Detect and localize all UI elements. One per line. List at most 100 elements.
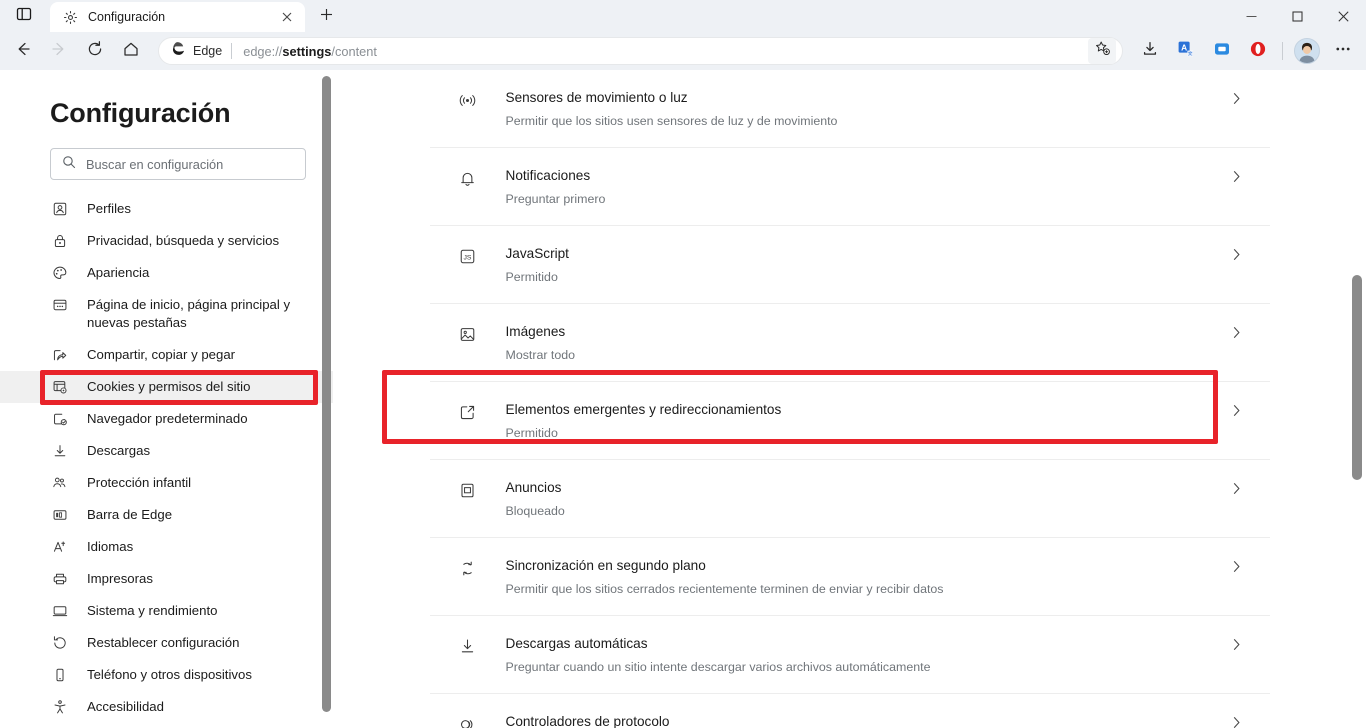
- maximize-button[interactable]: [1274, 0, 1320, 32]
- more-options-button[interactable]: [1326, 36, 1360, 66]
- setting-row-notificaciones[interactable]: Notificaciones Preguntar primero: [429, 148, 1270, 226]
- tab-list-icon: [16, 6, 32, 27]
- setting-subtitle: Permitir que los sitios usen sensores de…: [505, 114, 838, 128]
- sidebar-item-label: Barra de Edge: [87, 507, 173, 522]
- sidebar-item-impresoras[interactable]: Impresoras: [0, 563, 333, 595]
- home-button[interactable]: [114, 36, 148, 66]
- sidebar-item-telefono-dispositivos[interactable]: Teléfono y otros dispositivos: [0, 659, 333, 691]
- sidebar-item-apariencia[interactable]: Apariencia: [0, 257, 333, 289]
- setting-row-javascript[interactable]: JS JavaScript Permitido: [429, 226, 1270, 304]
- sidebar-item-label: Apariencia: [87, 265, 150, 280]
- printer-icon: [50, 570, 69, 587]
- content-scrollbar[interactable]: [1352, 70, 1362, 728]
- setting-row-elementos-emergentes[interactable]: Elementos emergentes y redireccionamient…: [429, 382, 1270, 460]
- setting-row-anuncios[interactable]: Anuncios Bloqueado: [429, 460, 1270, 538]
- sidebar-item-restablecer[interactable]: Restablecer configuración: [0, 627, 333, 659]
- toolbar-divider: [1282, 42, 1283, 60]
- sidebar-item-accesibilidad[interactable]: Accesibilidad: [0, 691, 333, 723]
- setting-subtitle: Permitir que los sitios cerrados recient…: [505, 582, 944, 596]
- tab-strip: Configuración: [0, 0, 1366, 32]
- setting-subtitle: Permitido: [505, 426, 558, 440]
- search-input[interactable]: [86, 156, 294, 172]
- tab-list-button[interactable]: [6, 0, 42, 32]
- refresh-icon: [86, 40, 104, 63]
- share-icon: [50, 346, 69, 363]
- back-button[interactable]: [6, 36, 40, 66]
- close-window-button[interactable]: [1320, 0, 1366, 32]
- setting-title: Notificaciones: [505, 168, 591, 183]
- sidebar-item-pagina-inicio[interactable]: Página de inicio, página principal y nue…: [0, 289, 333, 339]
- sidebar-item-label: Idiomas: [87, 539, 134, 554]
- sidebar-scrollbar[interactable]: [322, 74, 331, 724]
- setting-body: Elementos emergentes y redireccionamient…: [480, 400, 1226, 442]
- sensors-icon: [456, 88, 480, 110]
- settings-page: Configuración Buscar en configuración Pe…: [0, 70, 1366, 728]
- setting-row-controladores-protocolo[interactable]: Controladores de protocolo Permitir que …: [430, 694, 1270, 728]
- settings-nav-list: Perfiles Privacidad, búsqueda y servicio…: [0, 193, 333, 723]
- sidebar-item-perfiles[interactable]: Perfiles: [0, 193, 333, 225]
- avatar[interactable]: [1294, 38, 1320, 64]
- close-icon[interactable]: [277, 7, 297, 27]
- gear-icon: [62, 9, 79, 26]
- downloads-button[interactable]: [1133, 36, 1167, 66]
- sidebar-item-idiomas[interactable]: Idiomas: [0, 531, 333, 563]
- browser-window: Configuración Edge edge://settings/conte…: [0, 0, 1366, 728]
- setting-row-sincronizacion[interactable]: Sincronización en segundo plano Permitir…: [429, 538, 1270, 616]
- edge-chip-label: Edge: [193, 44, 223, 58]
- toolbar-right-actions: A 文: [1133, 36, 1360, 66]
- sidebar-item-compartir[interactable]: Compartir, copiar y pegar: [0, 339, 333, 371]
- protocol-handler-icon: [456, 712, 480, 728]
- chevron-right-icon: [1226, 88, 1248, 105]
- edge-logo-icon: [169, 40, 186, 62]
- svg-text:A: A: [1181, 42, 1187, 52]
- page-title: Configuración: [50, 98, 231, 128]
- sidebar-item-privacidad[interactable]: Privacidad, búsqueda y servicios: [0, 225, 333, 257]
- monitor-icon: [50, 602, 69, 619]
- url-text[interactable]: edge://settings/content: [232, 44, 1088, 59]
- sidebar-item-label: Restablecer configuración: [87, 635, 240, 650]
- translate-icon: A 文: [1177, 40, 1195, 63]
- setting-title: JavaScript: [505, 246, 569, 261]
- collections-button[interactable]: [1205, 36, 1239, 66]
- chevron-right-icon: [1226, 478, 1248, 495]
- sidebar-item-sistema-rendimiento[interactable]: Sistema y rendimiento: [0, 595, 333, 627]
- search-box[interactable]: [50, 148, 306, 180]
- browser-tab[interactable]: Configuración: [50, 2, 305, 32]
- sidebar-item-descargas[interactable]: Descargas: [0, 435, 333, 467]
- svg-text:文: 文: [1188, 50, 1193, 57]
- forward-button[interactable]: [42, 36, 76, 66]
- add-favorite-button[interactable]: [1088, 38, 1116, 64]
- setting-row-descargas-automaticas[interactable]: Descargas automáticas Preguntar cuando u…: [429, 616, 1270, 694]
- minimize-button[interactable]: [1228, 0, 1274, 32]
- setting-body: Imágenes Mostrar todo: [480, 322, 1226, 364]
- setting-row-imagenes[interactable]: Imágenes Mostrar todo: [429, 304, 1270, 382]
- sidebar-item-navegador-predeterminado[interactable]: Navegador predeterminado: [0, 403, 333, 435]
- sidebar-item-label: Compartir, copiar y pegar: [87, 347, 236, 362]
- popup-redirect-icon: [456, 400, 480, 422]
- setting-title: Elementos emergentes y redireccionamient…: [505, 402, 782, 417]
- refresh-button[interactable]: [78, 36, 112, 66]
- setting-body: Notificaciones Preguntar primero: [480, 166, 1226, 208]
- sidebar-item-proteccion-infantil[interactable]: Protección infantil: [0, 467, 333, 499]
- arrow-right-icon: [50, 40, 68, 63]
- setting-row-sensores[interactable]: Sensores de movimiento o luz Permitir qu…: [429, 70, 1270, 148]
- sidebar-item-cookies-permisos[interactable]: Cookies y permisos del sitio: [0, 371, 333, 403]
- auto-download-icon: [456, 634, 480, 656]
- sidebar-scrollbar-thumb[interactable]: [322, 76, 331, 712]
- sidebar-item-label: Página de inicio, página principal y nue…: [87, 297, 291, 330]
- extension-shield-button[interactable]: [1241, 36, 1275, 66]
- sidebar-item-label: Accesibilidad: [87, 699, 164, 714]
- address-bar[interactable]: Edge edge://settings/content: [158, 37, 1123, 65]
- new-tab-button[interactable]: [311, 3, 341, 31]
- image-icon: [456, 322, 480, 344]
- sidebar-item-label: Descargas: [87, 443, 151, 458]
- setting-body: Sensores de movimiento o luz Permitir qu…: [480, 88, 1226, 130]
- sidebar-item-label: Sistema y rendimiento: [87, 603, 218, 618]
- setting-body: JavaScript Permitido: [480, 244, 1226, 286]
- translate-button[interactable]: A 文: [1169, 36, 1203, 66]
- sidebar-item-barra-edge[interactable]: Barra de Edge: [0, 499, 333, 531]
- setting-subtitle: Mostrar todo: [505, 348, 576, 362]
- setting-subtitle: Permitido: [505, 270, 558, 284]
- content-scrollbar-thumb[interactable]: [1352, 275, 1362, 480]
- setting-subtitle: Bloqueado: [505, 504, 565, 518]
